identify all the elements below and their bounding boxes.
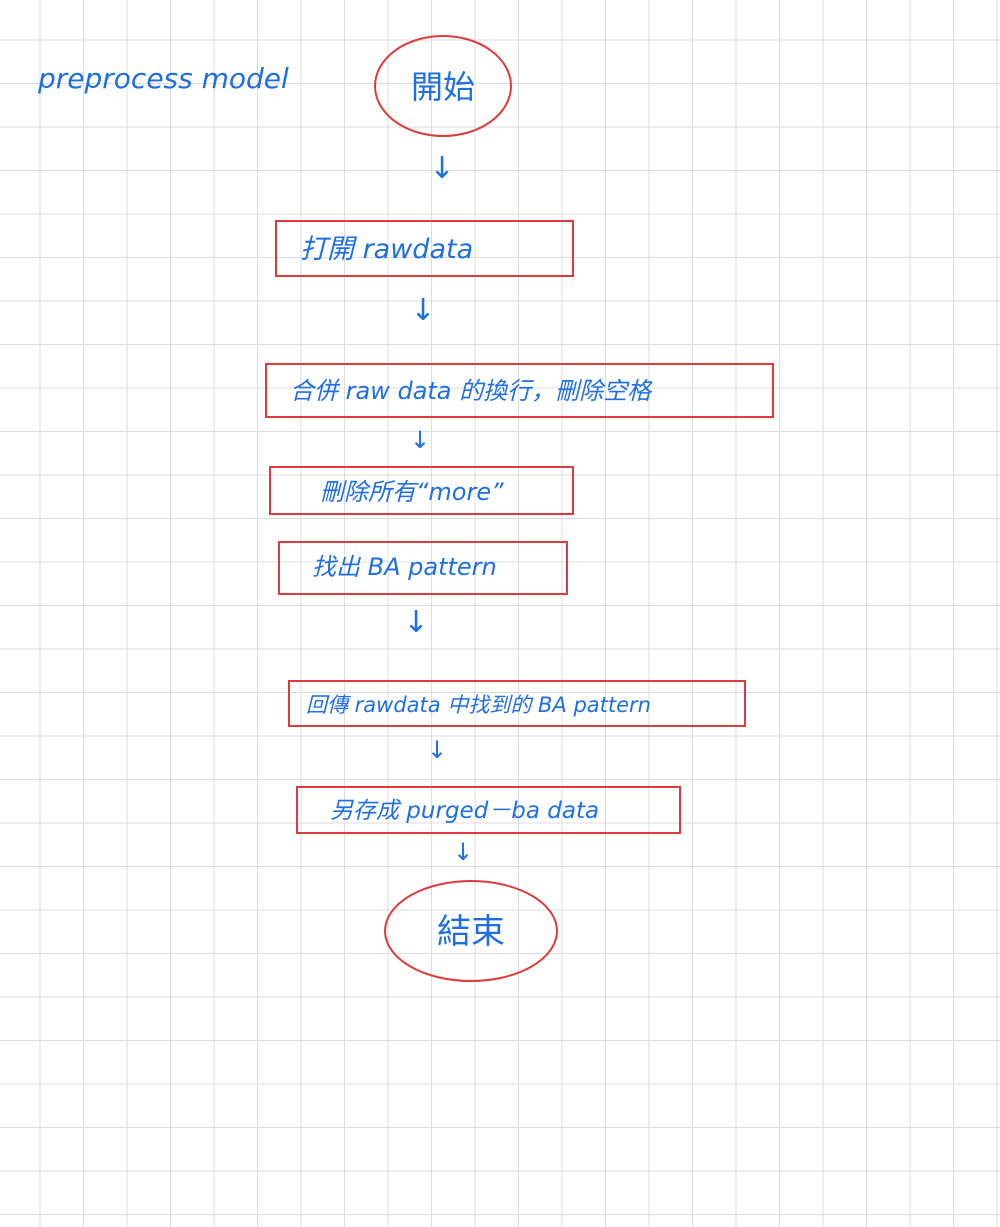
process-delete-more-label: 刪除所有“more”: [320, 478, 504, 506]
process-merge-lines-label: 合併 raw data 的換行，刪除空格: [290, 377, 653, 405]
arrow-1: ↓: [429, 151, 454, 186]
process-find-pattern-label: 找出 BA pattern: [312, 553, 497, 581]
flowchart: preprocess model 開始 ↓ 打開 rawdata ↓ 合併 ra…: [37, 35, 774, 982]
arrow-2: ↓: [410, 293, 435, 328]
diagram-title: preprocess model: [37, 62, 289, 95]
process-save-as-label: 另存成 purged－ba data: [330, 798, 599, 824]
arrow-4: ↓: [403, 605, 428, 640]
start-node-label: 開始: [411, 68, 475, 106]
end-node-label: 結束: [437, 912, 505, 952]
arrow-6: ↓: [453, 838, 473, 866]
arrow-5: ↓: [427, 736, 447, 764]
arrow-3: ↓: [410, 426, 430, 454]
process-open-rawdata-label: 打開 rawdata: [300, 234, 473, 265]
process-return-pattern-label: 回傳 rawdata 中找到的 BA pattern: [306, 693, 651, 717]
